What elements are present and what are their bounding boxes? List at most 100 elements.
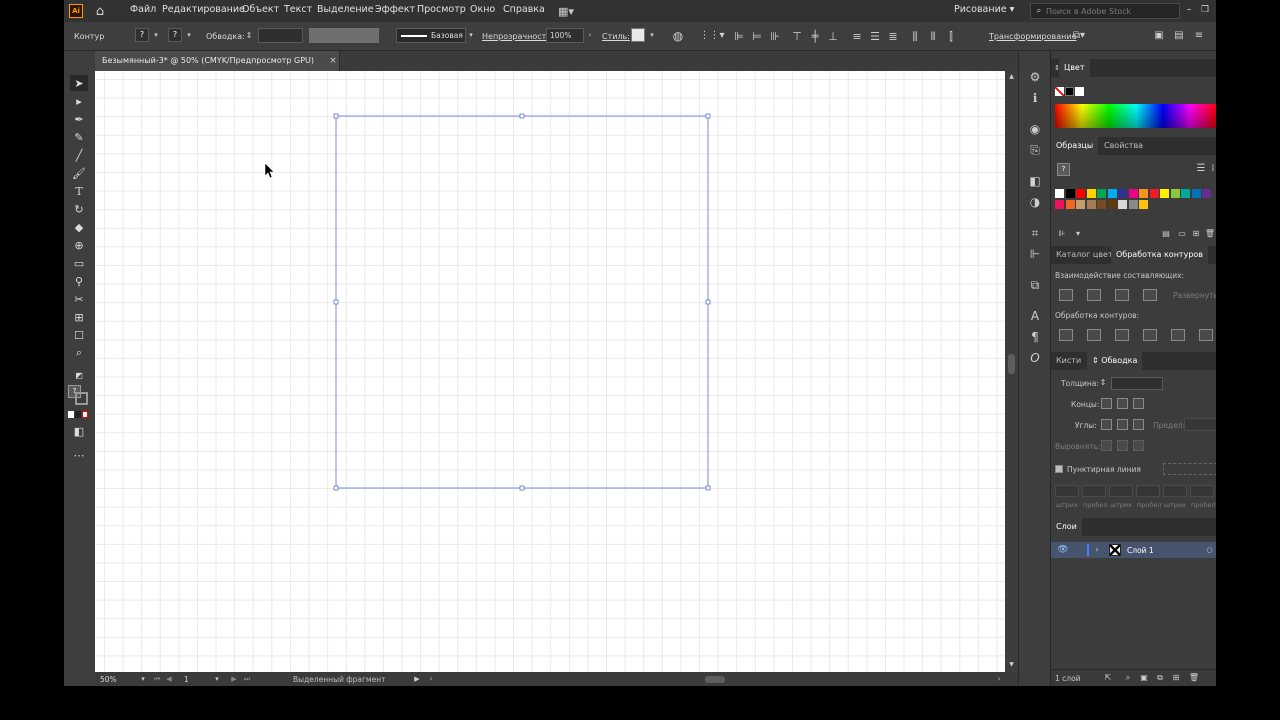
minus-back-button[interactable] bbox=[1199, 329, 1213, 341]
bevel-join-button[interactable] bbox=[1133, 419, 1144, 430]
dash-gap-field[interactable] bbox=[1082, 485, 1106, 497]
align-right-icon[interactable]: ⊪ bbox=[768, 29, 782, 43]
tab-stroke[interactable]: ⇕ Обводка bbox=[1087, 352, 1143, 370]
artwork[interactable] bbox=[95, 71, 1005, 672]
bounding-box-handles[interactable] bbox=[333, 113, 711, 491]
miter-join-button[interactable] bbox=[1101, 419, 1112, 430]
fill-stroke-proxy[interactable]: ? bbox=[68, 385, 90, 407]
new-swatch-icon[interactable]: ⊞ bbox=[1191, 229, 1201, 239]
scroll-thumb[interactable] bbox=[1008, 354, 1015, 374]
curvature-tool-icon[interactable]: ✎ bbox=[70, 129, 88, 145]
hand-tool-icon[interactable]: ☐ bbox=[70, 327, 88, 343]
dashed-line-checkbox[interactable] bbox=[1055, 465, 1063, 473]
align-top-icon[interactable]: ⊤ bbox=[790, 29, 804, 43]
menu-effect[interactable]: Эффект bbox=[375, 4, 415, 15]
stroke-proxy[interactable] bbox=[75, 392, 88, 405]
distribute-top-icon[interactable]: ≡ bbox=[850, 29, 864, 43]
opacity-field[interactable]: 100% bbox=[546, 28, 584, 43]
swatch-chip[interactable] bbox=[1181, 189, 1190, 198]
fill-dropdown-icon[interactable]: ▾ bbox=[152, 31, 160, 39]
none-color-chip[interactable] bbox=[1055, 87, 1064, 96]
recolor-artwork-icon[interactable]: ◍ bbox=[670, 28, 686, 44]
gradient-panel-icon[interactable]: ◑ bbox=[1027, 194, 1043, 210]
swatch-chip[interactable] bbox=[1170, 189, 1180, 198]
tab-layers[interactable]: Слои bbox=[1051, 518, 1082, 536]
align-bottom-icon[interactable]: ⊥ bbox=[826, 29, 840, 43]
expand-button[interactable]: Развернуть bbox=[1173, 291, 1216, 300]
align-left-icon[interactable]: ⊫ bbox=[732, 29, 746, 43]
selection-tool-icon[interactable]: ➤ bbox=[70, 75, 88, 91]
fill-color-picker[interactable]: ? bbox=[135, 28, 149, 42]
swatch-chip[interactable] bbox=[1118, 199, 1127, 209]
opentype-panel-icon[interactable]: O bbox=[1027, 350, 1043, 366]
color-mode-buttons[interactable] bbox=[68, 411, 90, 418]
info-panel-icon[interactable]: ℹ bbox=[1027, 90, 1043, 106]
transform-panel-icon[interactable]: ⊩ bbox=[1027, 246, 1043, 262]
menu-object[interactable]: Объект bbox=[242, 4, 279, 15]
locate-object-icon[interactable]: ⌕ bbox=[1123, 673, 1133, 683]
arc-shape-group[interactable] bbox=[95, 71, 1005, 672]
swatch-kinds-icon[interactable]: ▾ bbox=[1073, 229, 1083, 239]
home-icon[interactable]: ⌂ bbox=[92, 3, 108, 19]
butt-cap-button[interactable] bbox=[1101, 398, 1112, 409]
swatch-chip[interactable] bbox=[1076, 199, 1085, 209]
align-panel-icon[interactable]: ⌗ bbox=[1027, 225, 1043, 241]
zoom-level[interactable]: 50% bbox=[100, 675, 117, 684]
style-swatch[interactable] bbox=[631, 28, 645, 42]
swatch-chip[interactable] bbox=[1202, 189, 1211, 198]
rotate-tool-icon[interactable]: ↻ bbox=[70, 201, 88, 217]
visibility-eye-icon[interactable]: 👁 bbox=[1057, 544, 1069, 556]
paintbrush-tool-icon[interactable]: 🖌 bbox=[70, 165, 88, 181]
align-hcenter-icon[interactable]: ⊨ bbox=[750, 29, 764, 43]
layer-row[interactable]: 👁 › Слой 1 ○ bbox=[1051, 542, 1216, 558]
selection-bounding-box[interactable] bbox=[335, 115, 709, 489]
dash-gap-field[interactable] bbox=[1136, 485, 1160, 497]
export-layer-icon[interactable]: ⇱ bbox=[1103, 673, 1113, 683]
distribute-left-icon[interactable]: ⫼ bbox=[908, 29, 922, 43]
minimize-icon[interactable]: – bbox=[1184, 3, 1194, 17]
drawing-modes-icon[interactable]: ◧ bbox=[70, 423, 88, 439]
exclude-button[interactable] bbox=[1143, 289, 1157, 301]
outline-button[interactable] bbox=[1171, 329, 1185, 341]
last-artboard-icon[interactable]: ⏭ bbox=[243, 674, 251, 684]
menu-view[interactable]: Просмотр bbox=[417, 4, 466, 15]
swatch-chip[interactable] bbox=[1065, 199, 1075, 209]
edit-toolbar-icon[interactable]: ⋯ bbox=[70, 447, 88, 463]
pen-tool-icon[interactable]: ✒ bbox=[70, 111, 88, 127]
align-to-icon[interactable]: ⋮⋮▾ bbox=[699, 29, 724, 43]
control-menu-icon[interactable]: ≡ bbox=[1192, 29, 1206, 43]
arc-band-top-right[interactable] bbox=[708, 71, 1005, 324]
align-vcenter-icon[interactable]: ╪ bbox=[808, 29, 822, 43]
align-outside-stroke-button[interactable] bbox=[1133, 440, 1144, 451]
swatch-chip[interactable] bbox=[1097, 199, 1106, 209]
opacity-arrow-icon[interactable]: › bbox=[586, 31, 594, 39]
trim-button[interactable] bbox=[1087, 329, 1101, 341]
none-mode-icon[interactable] bbox=[82, 411, 88, 418]
distribute-hcenter-icon[interactable]: ⫴ bbox=[926, 29, 940, 43]
swatch-chip[interactable] bbox=[1076, 189, 1085, 198]
zoom-dropdown-icon[interactable]: ▾ bbox=[139, 674, 147, 684]
swatch-chip[interactable] bbox=[1055, 199, 1064, 209]
swatch-chip[interactable] bbox=[1128, 189, 1138, 198]
swatch-chip[interactable] bbox=[1065, 189, 1075, 198]
menu-help[interactable]: Справка bbox=[503, 4, 545, 15]
menu-window[interactable]: Окно bbox=[470, 4, 495, 15]
properties-panel-icon[interactable]: ⚙ bbox=[1027, 69, 1043, 85]
unite-button[interactable] bbox=[1059, 289, 1073, 301]
dash-align-options[interactable] bbox=[1163, 463, 1216, 475]
swatch-chip[interactable] bbox=[1118, 189, 1127, 198]
dash-gap-field[interactable] bbox=[1109, 485, 1133, 497]
variable-width-profile[interactable] bbox=[309, 28, 379, 43]
limit-field[interactable] bbox=[1184, 418, 1216, 431]
isolate-icon[interactable]: ▣ bbox=[1152, 29, 1166, 43]
transparency-panel-icon[interactable]: ◧ bbox=[1027, 173, 1043, 189]
transform-options-icon[interactable]: ⧉▾ bbox=[1067, 29, 1091, 43]
scroll-left-icon[interactable]: ‹ bbox=[427, 674, 435, 684]
align-inside-stroke-button[interactable] bbox=[1117, 440, 1128, 451]
stroke-color-picker[interactable]: ? bbox=[168, 28, 182, 42]
transform-label[interactable]: Трансформирование bbox=[989, 32, 1076, 41]
blend-tool-icon[interactable]: ✂ bbox=[70, 291, 88, 307]
swatch-chip[interactable] bbox=[1160, 189, 1169, 198]
new-color-group-icon[interactable]: ▭ bbox=[1177, 229, 1187, 239]
opacity-label[interactable]: Непрозрачность: bbox=[482, 32, 554, 41]
